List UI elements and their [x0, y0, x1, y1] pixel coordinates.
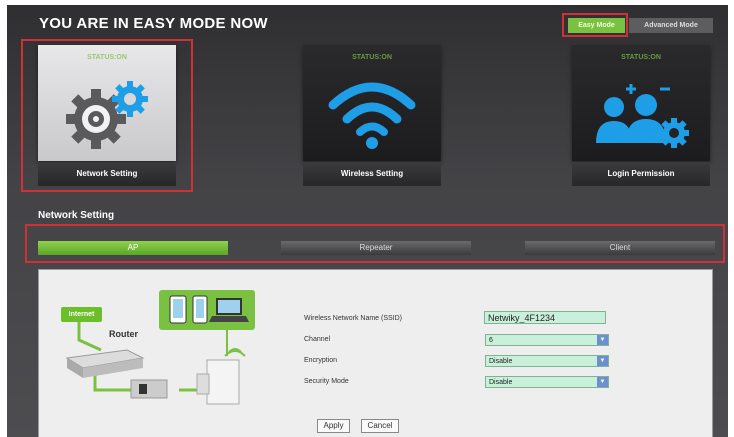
gear-icon: [66, 81, 148, 149]
settings-panel: Internet Router Wireless Network Name (S…: [38, 269, 713, 437]
wifi-icon: [328, 82, 416, 149]
ssid-input[interactable]: [484, 311, 606, 324]
chevron-down-icon: ▼: [597, 377, 608, 387]
encryption-label: Encryption: [304, 357, 338, 364]
cancel-button[interactable]: Cancel: [361, 419, 399, 433]
encryption-value: Disable: [489, 358, 513, 365]
easy-mode-button[interactable]: Easy Mode: [568, 18, 625, 33]
apply-button[interactable]: Apply: [317, 419, 350, 433]
router-label: Router: [109, 329, 138, 339]
mode-ap-button[interactable]: AP: [38, 241, 228, 255]
security-mode-label: Security Mode: [304, 378, 349, 385]
login-permission-caption[interactable]: Login Permission: [572, 162, 710, 186]
channel-value: 6: [489, 337, 493, 344]
mode-client-button[interactable]: Client: [525, 241, 715, 255]
chevron-down-icon: ▼: [597, 335, 608, 345]
ssid-label: Wireless Network Name (SSID): [304, 315, 403, 322]
tile-status: STATUS:ON: [621, 54, 661, 61]
tile-status: STATUS:ON: [87, 54, 127, 61]
network-setting-tile[interactable]: STATUS:ON: [38, 45, 176, 161]
router-admin-window: YOU ARE IN EASY MODE NOW Easy Mode Advan…: [7, 5, 728, 437]
login-permission-tile[interactable]: STATUS:ON: [572, 45, 710, 161]
channel-label: Channel: [304, 336, 331, 343]
internet-label: Internet: [61, 307, 102, 322]
network-setting-caption[interactable]: Network Setting: [38, 162, 176, 186]
mode-repeater-button[interactable]: Repeater: [281, 241, 471, 255]
network-diagram-illustration: [65, 290, 255, 405]
wireless-setting-caption[interactable]: Wireless Setting: [303, 162, 441, 186]
security-mode-select[interactable]: Disable ▼: [485, 376, 609, 388]
users-settings-icon: [596, 84, 689, 148]
network-setting-heading: Network Setting: [38, 210, 115, 221]
security-mode-value: Disable: [489, 379, 513, 386]
page-title: YOU ARE IN EASY MODE NOW: [39, 15, 268, 32]
channel-select[interactable]: 6 ▼: [485, 334, 609, 346]
encryption-select[interactable]: Disable ▼: [485, 355, 609, 367]
chevron-down-icon: ▼: [597, 356, 608, 366]
wireless-setting-tile[interactable]: STATUS:ON: [303, 45, 441, 161]
tile-status: STATUS:ON: [352, 54, 392, 61]
advanced-mode-button[interactable]: Advanced Mode: [629, 18, 713, 33]
